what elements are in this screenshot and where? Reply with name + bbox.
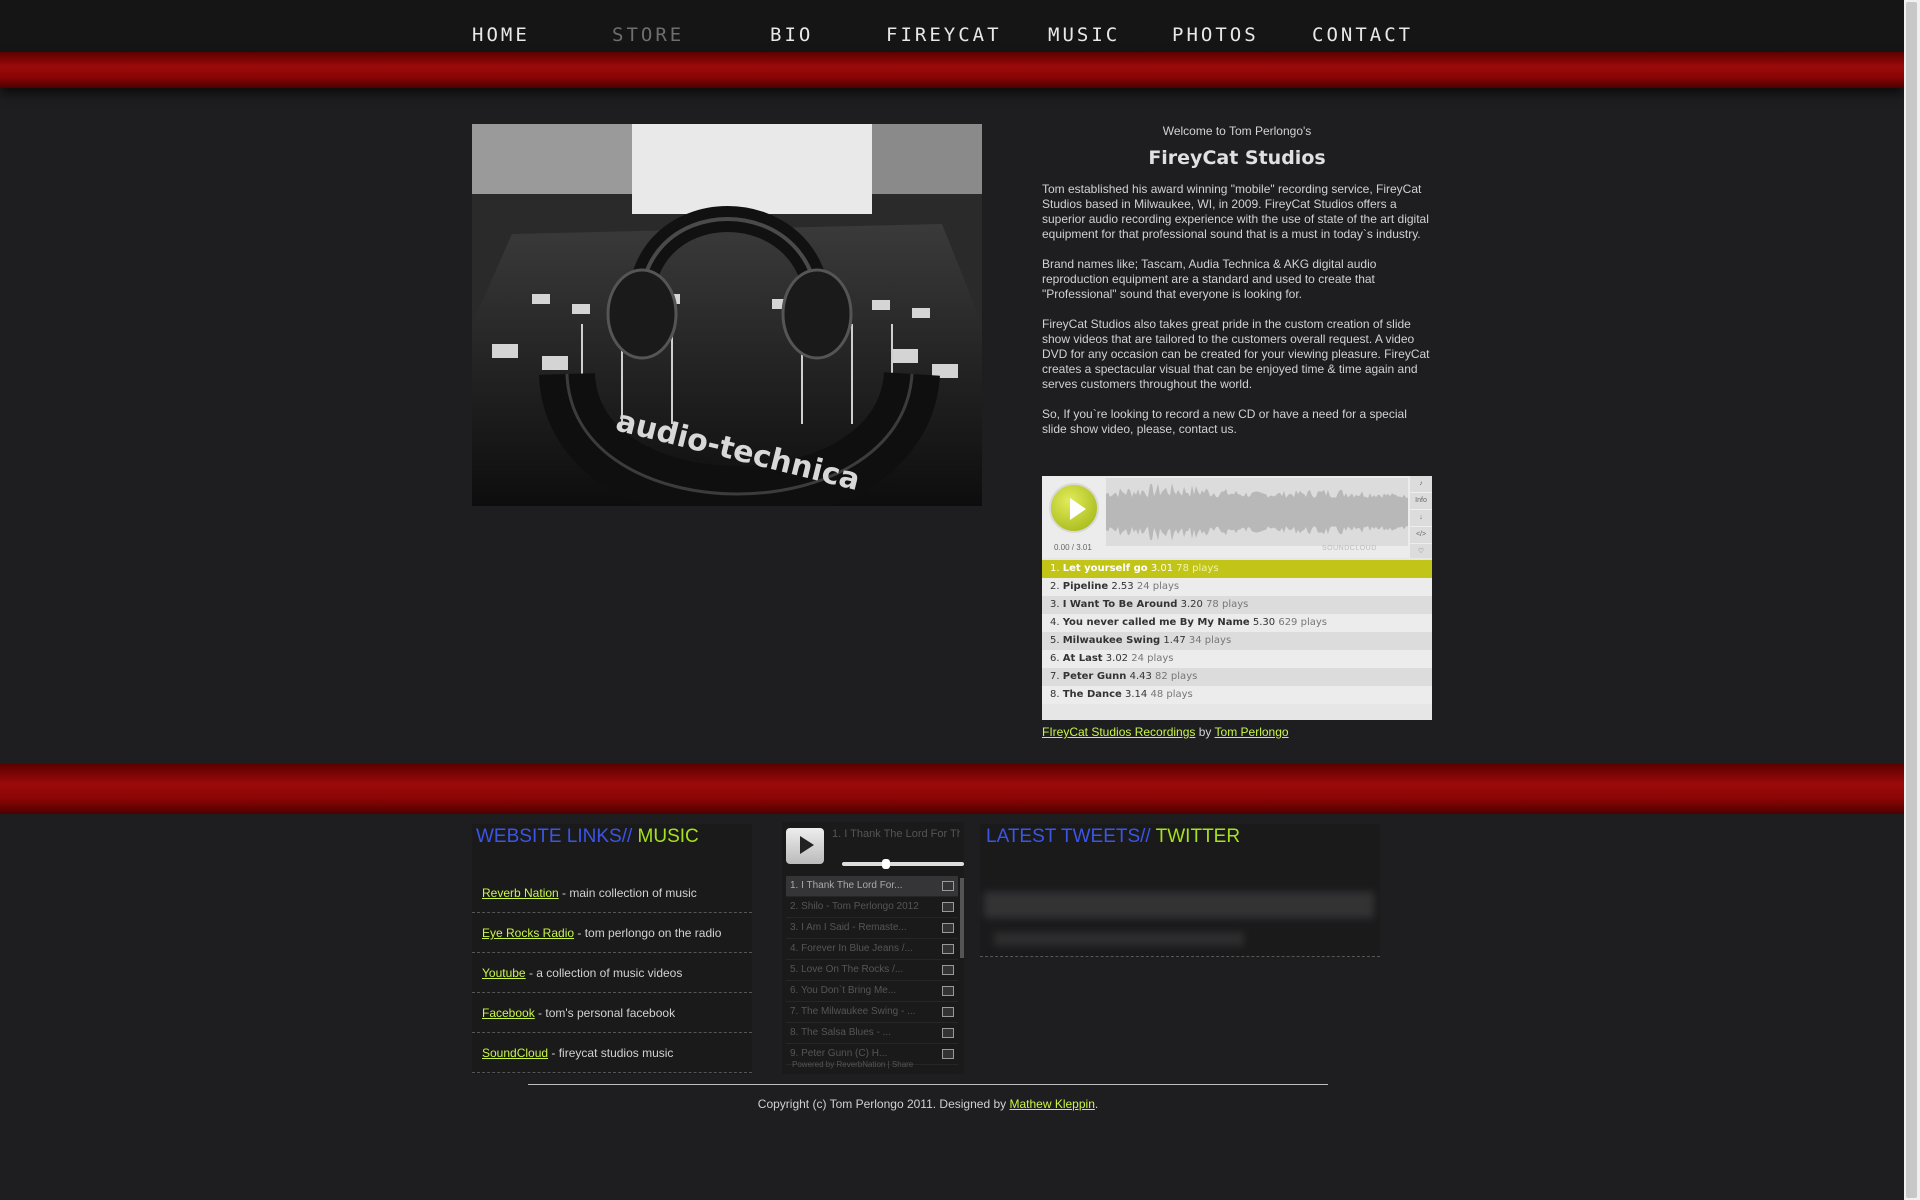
latest-tweets-panel: LATEST TWEETS// TWITTER <box>980 824 1380 957</box>
embed-code-icon[interactable]: </> <box>1410 527 1432 544</box>
tweets-panel-title: LATEST TWEETS// TWITTER <box>986 826 1241 847</box>
download-icon[interactable]: ↓ <box>1410 510 1432 527</box>
footer: Copyright (c) Tom Perlongo 2011. Designe… <box>528 1084 1328 1111</box>
list-item: Facebook - tom's personal facebook <box>472 994 752 1033</box>
recordings-link[interactable]: FIreyCat Studios Recordings <box>1042 725 1195 739</box>
nav-bio[interactable]: BIO <box>770 24 813 46</box>
website-links-panel: WEBSITE LINKS// MUSIC Reverb Nation - ma… <box>472 824 752 1074</box>
player-side-buttons: ♪ Info ↓ </> ♡ <box>1410 476 1432 561</box>
welcome-intro: Welcome to Tom Perlongo's <box>1162 124 1312 138</box>
track-time: 0.00 / 3.01 <box>1054 543 1092 552</box>
list-item: Eye Rocks Radio - tom perlongo on the ra… <box>472 914 752 953</box>
track-row[interactable]: 5. Milwaukee Swing 1.47 34 plays <box>1042 632 1432 650</box>
headphones-mixer-illustration: audio-technica <box>472 124 982 506</box>
playlist-item[interactable]: 1. I Thank The Lord For... <box>786 876 958 897</box>
nav-music[interactable]: MUSIC <box>1048 24 1120 46</box>
play-button[interactable] <box>786 828 824 864</box>
track-row[interactable]: 3. I Want To Be Around 3.20 78 plays <box>1042 596 1432 614</box>
soundcloud-player: 0.00 / 3.01 SOUNDCLOUD ♪ Info ↓ </> ♡ 1.… <box>1042 476 1432 720</box>
nav-fireycat[interactable]: FIREYCAT <box>886 24 1002 46</box>
scrollbar-thumb[interactable] <box>1906 2 1917 1198</box>
soundcloud-header: 0.00 / 3.01 SOUNDCLOUD ♪ Info ↓ </> ♡ <box>1042 476 1432 561</box>
list-item: Reverb Nation - main collection of music <box>472 874 752 913</box>
welcome-paragraph-3: FireyCat Studios also takes great pride … <box>1042 317 1430 391</box>
play-button[interactable] <box>1049 483 1099 533</box>
tweet-blurred <box>984 892 1374 918</box>
share-icon <box>942 902 954 912</box>
share-icon <box>942 1007 954 1017</box>
playlist-item[interactable]: 6. You Don`t Bring Me... <box>786 981 958 1002</box>
playlist-item[interactable]: 3. I Am I Said - Remaste... <box>786 918 958 939</box>
welcome-paragraph-1: Tom established his award winning "mobil… <box>1042 182 1429 241</box>
middle-red-band <box>0 764 1904 814</box>
links-panel-title: WEBSITE LINKS// MUSIC <box>476 826 699 847</box>
nav-items: HOME STORE BIO FIREYCAT MUSIC PHOTOS CON… <box>472 24 1472 48</box>
playlist-item[interactable]: 2. Shilo - Tom Perlongo 2012 <box>786 897 958 918</box>
reverb-playlist: 1. I Thank The Lord For... 2. Shilo - To… <box>786 876 958 1065</box>
share-icon <box>942 1049 954 1059</box>
nav-contact[interactable]: CONTACT <box>1312 24 1413 46</box>
share-icon <box>942 881 954 891</box>
playlist-item[interactable]: 8. The Salsa Blues - ... <box>786 1023 958 1044</box>
reverbnation-player: 1. I Thank The Lord For The Night time -… <box>782 822 964 1074</box>
links-list: Reverb Nation - main collection of music… <box>472 874 752 1074</box>
info-button[interactable]: Info <box>1410 493 1432 510</box>
slider-handle[interactable] <box>882 859 890 869</box>
playlist-item[interactable]: 7. The Milwaukee Swing - ... <box>786 1002 958 1023</box>
welcome-paragraph-2: Brand names like; Tascam, Audia Technica… <box>1042 257 1377 301</box>
volume-icon[interactable]: ♪ <box>1410 476 1432 493</box>
soundcloud-logo: SOUNDCLOUD <box>1322 545 1377 552</box>
nav-photos[interactable]: PHOTOS <box>1172 24 1259 46</box>
track-row[interactable]: 7. Peter Gunn 4.43 82 plays <box>1042 668 1432 686</box>
waveform[interactable] <box>1106 478 1408 546</box>
share-icon <box>942 986 954 996</box>
welcome-section: Welcome to Tom Perlongo's FireyCat Studi… <box>1042 124 1432 452</box>
share-icon <box>942 965 954 975</box>
share-icon <box>942 944 954 954</box>
hero-photo-headphones-mixer: audio-technica <box>472 124 982 506</box>
powered-by: Powered by ReverbNation | Share <box>792 1060 914 1069</box>
share-icon <box>942 923 954 933</box>
track-row[interactable]: 1. Let yourself go 3.01 78 plays <box>1042 560 1432 578</box>
list-item: Youtube - a collection of music videos <box>472 954 752 993</box>
page-title: FireyCat Studios <box>1148 147 1326 169</box>
soundcloud-credit: FIreyCat Studios Recordings by Tom Perlo… <box>1042 725 1289 739</box>
facebook-link[interactable]: Facebook <box>482 1006 535 1020</box>
top-navigation: HOME STORE BIO FIREYCAT MUSIC PHOTOS CON… <box>0 0 1904 52</box>
track-row[interactable]: 4. You never called me By My Name 5.30 6… <box>1042 614 1432 632</box>
playlist-scrollbar[interactable] <box>960 878 964 958</box>
welcome-paragraph-4: So, If you`re looking to record a new CD… <box>1042 407 1407 436</box>
page-scrollbar[interactable] <box>1904 0 1920 1200</box>
list-item: SoundCloud - fireycat studios music <box>472 1034 752 1073</box>
soundcloud-tracklist: 1. Let yourself go 3.01 78 plays 2. Pipe… <box>1042 560 1432 704</box>
eye-rocks-radio-link[interactable]: Eye Rocks Radio <box>482 926 574 940</box>
track-row[interactable]: 2. Pipeline 2.53 24 plays <box>1042 578 1432 596</box>
now-playing: 1. I Thank The Lord For The Night time -… <box>832 828 960 840</box>
designer-link[interactable]: Mathew Kleppin <box>1009 1097 1094 1111</box>
playlist-item[interactable]: 5. Love On The Rocks /... <box>786 960 958 981</box>
soundcloud-link[interactable]: SoundCloud <box>482 1046 548 1060</box>
youtube-link[interactable]: Youtube <box>482 966 526 980</box>
nav-store[interactable]: STORE <box>612 24 684 46</box>
track-row[interactable]: 8. The Dance 3.14 48 plays <box>1042 686 1432 704</box>
reverb-nation-link[interactable]: Reverb Nation <box>482 886 559 900</box>
playlist-item[interactable]: 4. Forever In Blue Jeans /... <box>786 939 958 960</box>
volume-slider[interactable] <box>842 862 964 866</box>
favorite-icon[interactable]: ♡ <box>1410 544 1432 561</box>
nav-home[interactable]: HOME <box>472 24 530 46</box>
share-icon <box>942 1028 954 1038</box>
track-row[interactable]: 6. At Last 3.02 24 plays <box>1042 650 1432 668</box>
header-red-band <box>0 52 1904 88</box>
author-link[interactable]: Tom Perlongo <box>1215 725 1289 739</box>
tweet-blurred <box>994 932 1244 946</box>
